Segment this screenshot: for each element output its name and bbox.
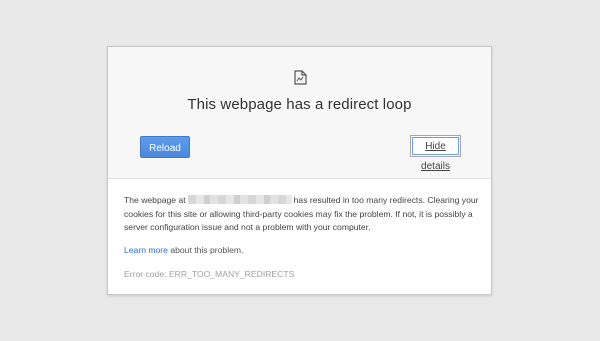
error-code: Error code: ERR_TOO_MANY_REDIRECTS <box>124 269 295 279</box>
browser-error-page: This webpage has a redirect loop Reload … <box>0 0 600 341</box>
hide-details-button[interactable]: Hide details <box>410 135 461 172</box>
error-header: This webpage has a redirect loop Reload … <box>108 47 491 179</box>
details-prefix: The webpage at <box>124 195 186 205</box>
error-details: The webpage at has resulted in too many r… <box>124 194 479 235</box>
document-error-icon <box>294 70 307 85</box>
page-title: This webpage has a redirect loop <box>187 96 412 113</box>
learn-more-line: Learn more about this problem. <box>124 245 243 255</box>
reload-button[interactable]: Reload <box>140 136 190 158</box>
error-card: This webpage has a redirect loop Reload … <box>107 46 492 295</box>
learn-more-suffix: about this problem. <box>167 245 244 255</box>
learn-more-link[interactable]: Learn more <box>124 245 168 255</box>
redacted-url <box>187 195 292 204</box>
